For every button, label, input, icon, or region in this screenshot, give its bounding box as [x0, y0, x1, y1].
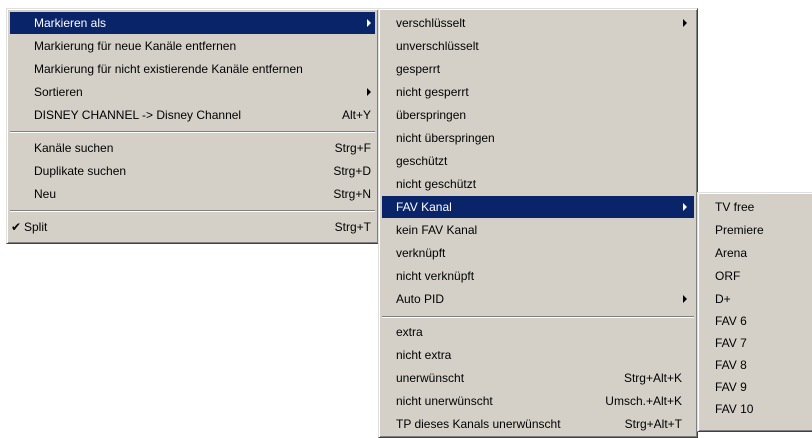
- menu-item-label: extra: [396, 325, 423, 339]
- menu-item-label: FAV 10: [715, 402, 754, 416]
- menu-item-label: verschlüsselt: [396, 16, 466, 30]
- menu-item-shortcut: Strg+Alt+K: [623, 371, 682, 385]
- menu-item-label: Split: [24, 220, 48, 234]
- menu-item-label: nicht geschützt: [396, 177, 477, 191]
- menu-item-fav-premiere[interactable]: Premiere: [701, 219, 812, 241]
- menu-item-shortcut: Strg+T: [334, 220, 371, 234]
- menu-item-nicht-ueberspringen[interactable]: nicht überspringen: [382, 127, 694, 149]
- menu-item-label: TV free: [715, 200, 755, 214]
- menu-item-fav-6[interactable]: FAV 6: [701, 310, 812, 332]
- menu-item-kein-fav-kanal[interactable]: kein FAV Kanal: [382, 219, 694, 241]
- submenu-arrow-icon: [683, 203, 687, 211]
- menu-item-label: TP dieses Kanals unerwünscht: [396, 417, 561, 431]
- menu-item-shortcut: Strg+F: [334, 141, 371, 155]
- menu-item-unerwuenscht[interactable]: unerwünscht Strg+Alt+K: [382, 367, 694, 389]
- menu-item-label: Auto PID: [396, 292, 445, 306]
- menu-item-label: nicht überspringen: [396, 131, 495, 145]
- menu-item-label: FAV 9: [715, 380, 747, 394]
- menu-item-label: Neu: [34, 187, 57, 201]
- context-menu-main: Markieren als Markierung für neue Kanäle…: [6, 8, 379, 244]
- menu-item-geschuetzt[interactable]: geschützt: [382, 150, 694, 172]
- menu-item-label: verknüpft: [396, 246, 446, 260]
- menu-item-shortcut: Strg+Alt+T: [624, 417, 682, 431]
- menu-item-verknuepft[interactable]: verknüpft: [382, 242, 694, 264]
- menu-item-fav-9[interactable]: FAV 9: [701, 376, 812, 398]
- menu-item-verschluesselt[interactable]: verschlüsselt: [382, 12, 694, 34]
- checkmark-icon: ✔: [11, 220, 22, 234]
- menu-item-nicht-gesperrt[interactable]: nicht gesperrt: [382, 81, 694, 103]
- menu-item-fav-7[interactable]: FAV 7: [701, 332, 812, 354]
- menu-item-sortieren[interactable]: Sortieren: [10, 81, 375, 103]
- menu-item-label: Markierung für neue Kanäle entfernen: [34, 39, 237, 53]
- menu-item-shortcut: Strg+D: [333, 164, 371, 178]
- menu-item-label: nicht unerwünscht: [396, 394, 493, 408]
- menu-item-duplikate-suchen[interactable]: Duplikate suchen Strg+D: [10, 160, 375, 182]
- menu-item-ueberspringen[interactable]: überspringen: [382, 104, 694, 126]
- menu-item-label: überspringen: [396, 108, 467, 122]
- menu-item-label: nicht verknüpft: [396, 269, 475, 283]
- menu-item-shortcut: Umsch.+Alt+K: [605, 394, 682, 408]
- menu-item-remove-new-marks[interactable]: Markierung für neue Kanäle entfernen: [10, 35, 375, 57]
- menu-item-label: gesperrt: [396, 62, 441, 76]
- menu-item-label: kein FAV Kanal: [396, 223, 478, 237]
- menu-item-label: D+: [715, 292, 731, 306]
- menu-item-label: Duplikate suchen: [34, 164, 127, 178]
- menu-item-auto-pid[interactable]: Auto PID: [382, 288, 694, 310]
- menu-item-label: FAV 6: [715, 314, 747, 328]
- menu-item-split[interactable]: ✔ Split Strg+T: [10, 216, 375, 238]
- menu-item-gesperrt[interactable]: gesperrt: [382, 58, 694, 80]
- menu-item-label: nicht extra: [396, 348, 452, 362]
- menu-separator: [10, 131, 375, 133]
- submenu-arrow-icon: [683, 19, 687, 27]
- menu-item-fav-kanal[interactable]: FAV Kanal: [382, 196, 694, 218]
- submenu-arrow-icon: [683, 295, 687, 303]
- menu-item-extra[interactable]: extra: [382, 321, 694, 343]
- menu-item-nicht-extra[interactable]: nicht extra: [382, 344, 694, 366]
- menu-item-nicht-verknuepft[interactable]: nicht verknüpft: [382, 265, 694, 287]
- menu-item-label: unerwünscht: [396, 371, 465, 385]
- menu-item-label: FAV 8: [715, 358, 747, 372]
- menu-item-label: FAV 7: [715, 336, 747, 350]
- menu-item-label: geschützt: [396, 154, 448, 168]
- menu-item-markieren-als[interactable]: Markieren als: [10, 12, 375, 34]
- submenu-arrow-icon: [367, 19, 371, 27]
- menu-item-unverschluesselt[interactable]: unverschlüsselt: [382, 35, 694, 57]
- menu-item-fav-10[interactable]: FAV 10: [701, 398, 812, 420]
- menu-item-shortcut: Alt+Y: [341, 108, 371, 122]
- menu-item-label: DISNEY CHANNEL -> Disney Channel: [34, 108, 242, 122]
- menu-item-fav-8[interactable]: FAV 8: [701, 354, 812, 376]
- menu-item-fav-dplus[interactable]: D+: [701, 288, 812, 310]
- menu-item-label: Markierung für nicht existierende Kanäle…: [34, 62, 303, 76]
- menu-item-nicht-geschuetzt[interactable]: nicht geschützt: [382, 173, 694, 195]
- menu-item-label: ORF: [715, 269, 741, 283]
- context-submenu-markieren-als: verschlüsselt unverschlüsselt gesperrt n…: [378, 8, 698, 438]
- submenu-arrow-icon: [367, 88, 371, 96]
- menu-item-kanaele-suchen[interactable]: Kanäle suchen Strg+F: [10, 137, 375, 159]
- menu-item-label: FAV Kanal: [396, 200, 452, 214]
- menu-item-label: Kanäle suchen: [34, 141, 114, 155]
- menu-item-nicht-unerwuenscht[interactable]: nicht unerwünscht Umsch.+Alt+K: [382, 390, 694, 412]
- context-submenu-fav-kanal: TV free Premiere Arena ORF D+ FAV 6 FAV …: [697, 192, 812, 432]
- menu-item-label: Premiere: [715, 223, 764, 237]
- menu-item-fav-arena[interactable]: Arena: [701, 242, 812, 264]
- menu-item-label: Arena: [715, 246, 748, 260]
- menu-separator: [10, 210, 375, 212]
- menu-item-label: Markieren als: [34, 16, 107, 30]
- menu-item-shortcut: Strg+N: [333, 187, 371, 201]
- menu-item-label: Sortieren: [34, 85, 83, 99]
- menu-item-label: nicht gesperrt: [396, 85, 469, 99]
- menu-item-fav-tv-free[interactable]: TV free: [701, 196, 812, 218]
- menu-item-rename-channel[interactable]: DISNEY CHANNEL -> Disney Channel Alt+Y: [10, 104, 375, 126]
- menu-item-fav-orf[interactable]: ORF: [701, 265, 812, 287]
- menu-item-tp-unerwuenscht[interactable]: TP dieses Kanals unerwünscht Strg+Alt+T: [382, 413, 694, 435]
- menu-separator: [382, 316, 694, 318]
- menu-item-label: unverschlüsselt: [396, 39, 479, 53]
- menu-item-neu[interactable]: Neu Strg+N: [10, 183, 375, 205]
- menu-item-remove-nonexisting-marks[interactable]: Markierung für nicht existierende Kanäle…: [10, 58, 375, 80]
